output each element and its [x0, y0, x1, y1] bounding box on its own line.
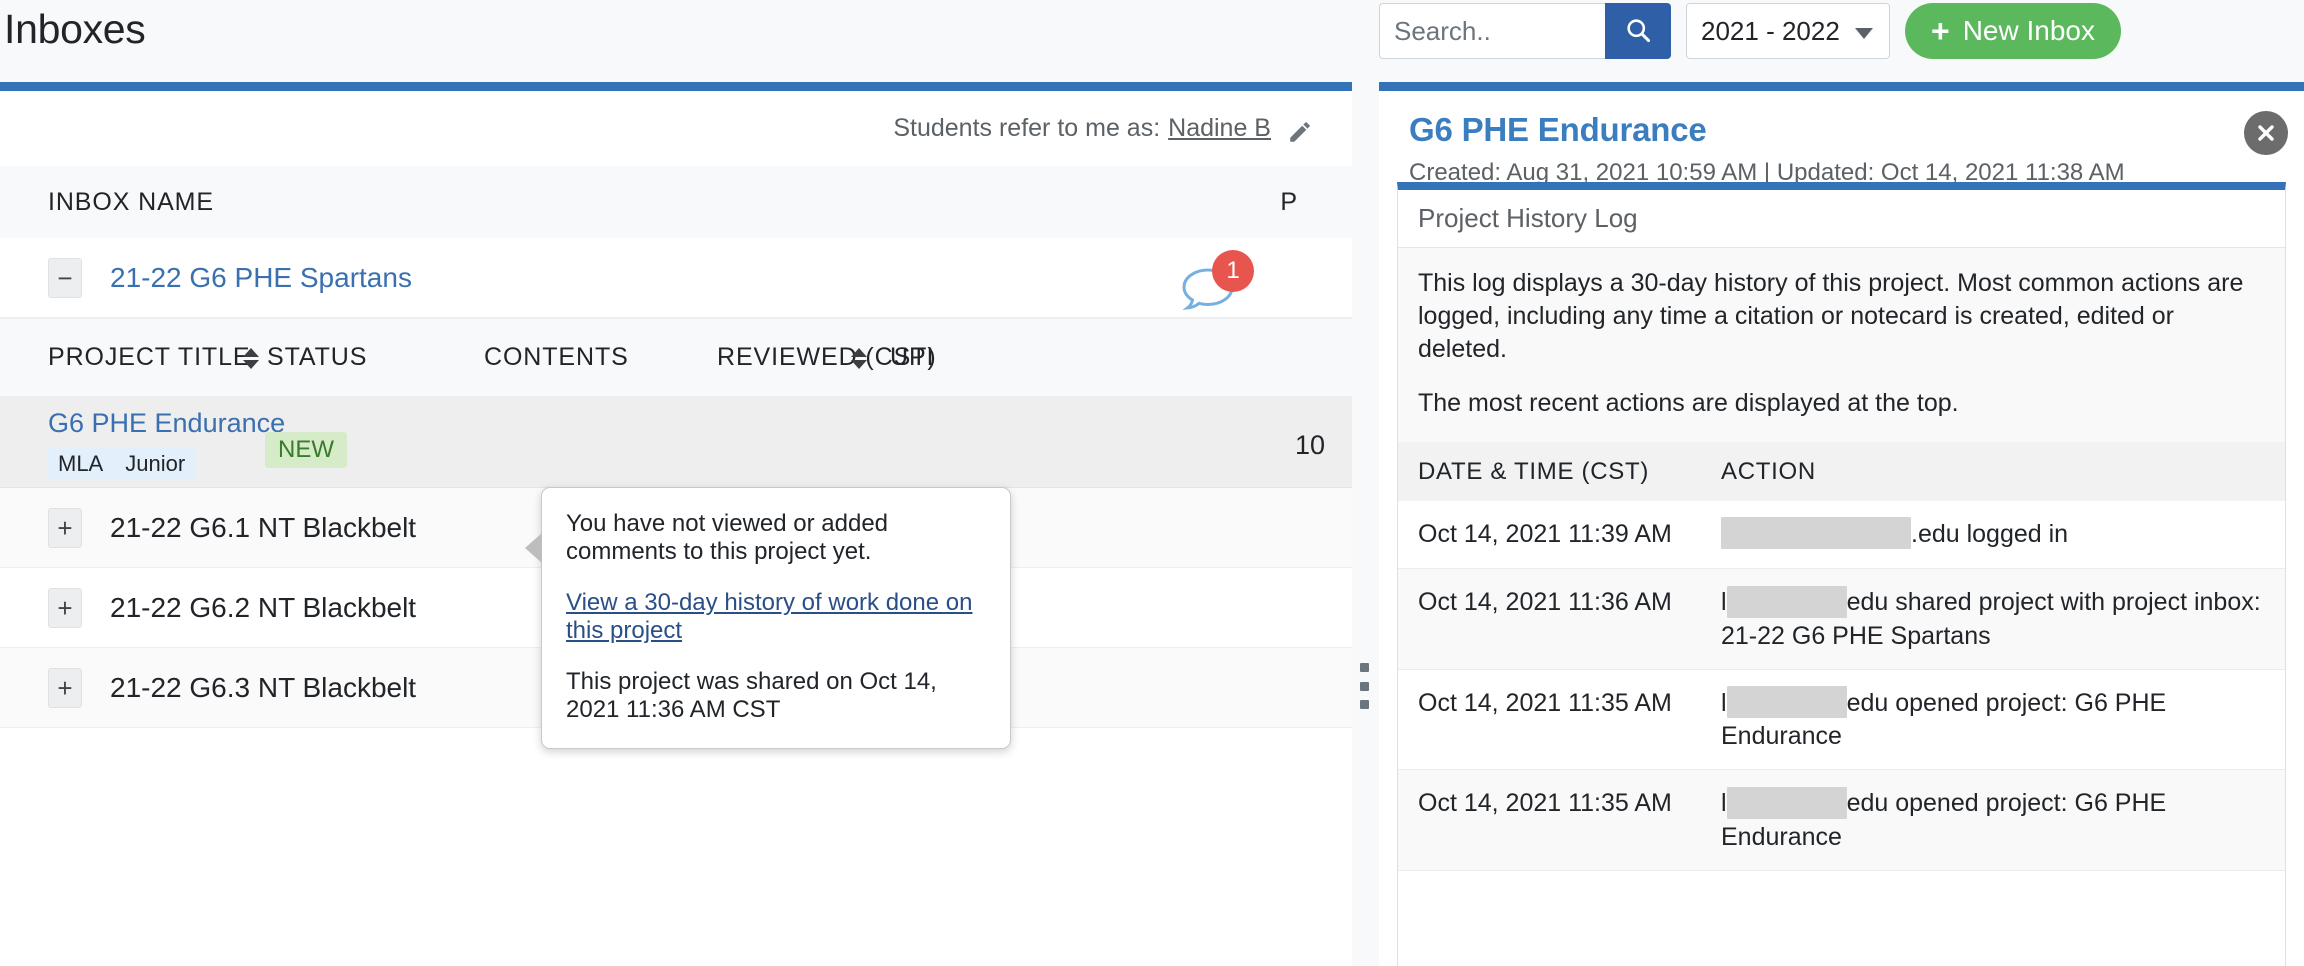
inbox-link[interactable]: 21-22 G6 PHE Spartans: [110, 262, 412, 294]
expand-toggle-button[interactable]: +: [48, 667, 82, 708]
log-table-header-row: DATE & TIME (CST) ACTION: [1398, 442, 2285, 501]
tooltip-arrow-icon: [525, 533, 542, 563]
page-title: Inboxes: [4, 6, 146, 52]
status-badge: NEW: [265, 432, 347, 468]
refer-to-me-row: Students refer to me as: Nadine B: [0, 91, 1352, 166]
project-detail-panel: 2021 - 2022 + New Inbox G6 PHE Endurance…: [1379, 0, 2304, 966]
log-action: l edu opened project: G6 PHE Endurance: [1703, 669, 2285, 770]
log-table: DATE & TIME (CST) ACTION Oct 14, 2021 11…: [1398, 442, 2285, 871]
log-intro-1: This log displays a 30-day history of th…: [1418, 269, 2244, 363]
reviewed-value: 10: [1295, 430, 1326, 460]
refer-to-me-label: Students refer to me as:: [893, 114, 1161, 142]
sort-icon-reviewed[interactable]: [851, 348, 867, 369]
redaction-block: [1726, 786, 1847, 819]
redaction-block: [1726, 585, 1847, 618]
year-select-value: 2021 - 2022: [1701, 15, 1840, 46]
column-project-title[interactable]: PROJECT TITLE: [48, 343, 250, 372]
comment-count-badge: 1: [1212, 250, 1254, 292]
pencil-icon[interactable]: [1287, 119, 1313, 145]
column-inbox-name: INBOX NAME: [48, 187, 214, 216]
log-table-body: Oct 14, 2021 11:39 AM .edu logged in Oct…: [1398, 501, 2285, 871]
log-panel-title: Project History Log: [1398, 190, 2285, 248]
column-truncated: P: [1280, 187, 1298, 216]
tag-citation-style: MLA: [58, 451, 104, 476]
log-action: l edu opened project: G6 PHE Endurance: [1703, 769, 2285, 871]
inbox-name[interactable]: 21-22 G6.2 NT Blackbelt: [110, 592, 416, 624]
new-inbox-button[interactable]: + New Inbox: [1905, 3, 2121, 59]
table-row: Oct 14, 2021 11:35 AM l edu opened projec…: [1398, 669, 2285, 770]
log-action: l edu shared project with project inbox: …: [1703, 568, 2285, 670]
project-title-link[interactable]: G6 PHE Endurance: [48, 408, 285, 439]
close-icon[interactable]: [2244, 111, 2288, 155]
log-datetime: Oct 14, 2021 11:35 AM: [1398, 669, 1703, 770]
expand-toggle-button[interactable]: +: [48, 507, 82, 548]
project-tags: MLA Junior: [48, 448, 196, 480]
tooltip-history-link[interactable]: View a 30-day history of work done on th…: [566, 589, 972, 644]
tag-level: Junior: [125, 451, 186, 476]
column-status[interactable]: STATUS: [267, 343, 367, 372]
column-datetime: DATE & TIME (CST): [1398, 442, 1703, 501]
log-datetime: Oct 14, 2021 11:36 AM: [1398, 568, 1703, 670]
tooltip-line-1: You have not viewed or added comments to…: [566, 510, 889, 565]
table-row: Oct 14, 2021 11:35 AM l edu opened projec…: [1398, 769, 2285, 871]
inbox-name[interactable]: 21-22 G6.3 NT Blackbelt: [110, 672, 416, 704]
log-datetime: Oct 14, 2021 11:39 AM: [1398, 501, 1703, 569]
detail-title[interactable]: G6 PHE Endurance: [1379, 91, 2304, 149]
chevron-down-icon: [1855, 28, 1873, 39]
search-button[interactable]: [1605, 3, 1671, 59]
list-item[interactable]: − 21-22 G6 PHE Spartans 1: [0, 238, 1352, 318]
comment-indicator[interactable]: 1: [1180, 250, 1254, 310]
app-root: Inboxes Students refer to me as: Nadine …: [0, 0, 2304, 966]
inbox-table-header: INBOX NAME P: [0, 166, 1352, 238]
log-action-prefix: l: [1721, 789, 1727, 818]
panel-toolbar: 2021 - 2022 + New Inbox: [1379, 0, 2304, 62]
table-row: Oct 14, 2021 11:39 AM .edu logged in: [1398, 501, 2285, 569]
tooltip-line-2: This project was shared on Oct 14, 2021 …: [566, 668, 937, 723]
drag-dots-icon[interactable]: [1353, 660, 1375, 712]
search-group: [1379, 3, 1671, 59]
column-action: ACTION: [1703, 442, 2285, 501]
detail-card: G6 PHE Endurance Created: Aug 31, 2021 1…: [1379, 82, 2304, 966]
project-history-log: Project History Log This log displays a …: [1397, 182, 2286, 966]
log-action: .edu logged in: [1703, 501, 2285, 569]
log-description: This log displays a 30-day history of th…: [1398, 248, 2285, 442]
panel-divider: [1352, 0, 1379, 966]
log-action-prefix: l: [1721, 688, 1727, 717]
table-row[interactable]: G6 PHE Endurance MLA Junior NEW 10: [0, 396, 1352, 488]
search-icon: [1624, 16, 1652, 47]
inbox-name[interactable]: 21-22 G6.1 NT Blackbelt: [110, 512, 416, 544]
search-input[interactable]: [1379, 3, 1605, 59]
log-datetime: Oct 14, 2021 11:35 AM: [1398, 769, 1703, 871]
column-updated[interactable]: UPI: [890, 343, 934, 372]
table-row: Oct 14, 2021 11:36 AM l edu shared projec…: [1398, 568, 2285, 670]
year-select[interactable]: 2021 - 2022: [1686, 3, 1890, 59]
redaction-block: [1726, 686, 1847, 719]
log-action-prefix: l: [1721, 588, 1727, 617]
expand-toggle-button[interactable]: +: [48, 587, 82, 628]
inboxes-column: Inboxes Students refer to me as: Nadine …: [0, 0, 1352, 966]
redaction-block: [1721, 517, 1911, 550]
log-intro-2: The most recent actions are displayed at…: [1418, 389, 1959, 417]
new-inbox-label: New Inbox: [1962, 15, 2095, 46]
project-table-header: PROJECT TITLE STATUS CONTENTS REVIEWED (…: [0, 318, 1352, 396]
column-contents[interactable]: CONTENTS: [484, 343, 629, 372]
comment-tooltip: You have not viewed or added comments to…: [525, 487, 1011, 749]
refer-to-me-name[interactable]: Nadine B: [1168, 114, 1271, 143]
plus-icon: +: [1931, 13, 1950, 49]
log-action-text: .edu logged in: [1911, 520, 2069, 548]
collapse-toggle-button[interactable]: −: [48, 257, 82, 298]
